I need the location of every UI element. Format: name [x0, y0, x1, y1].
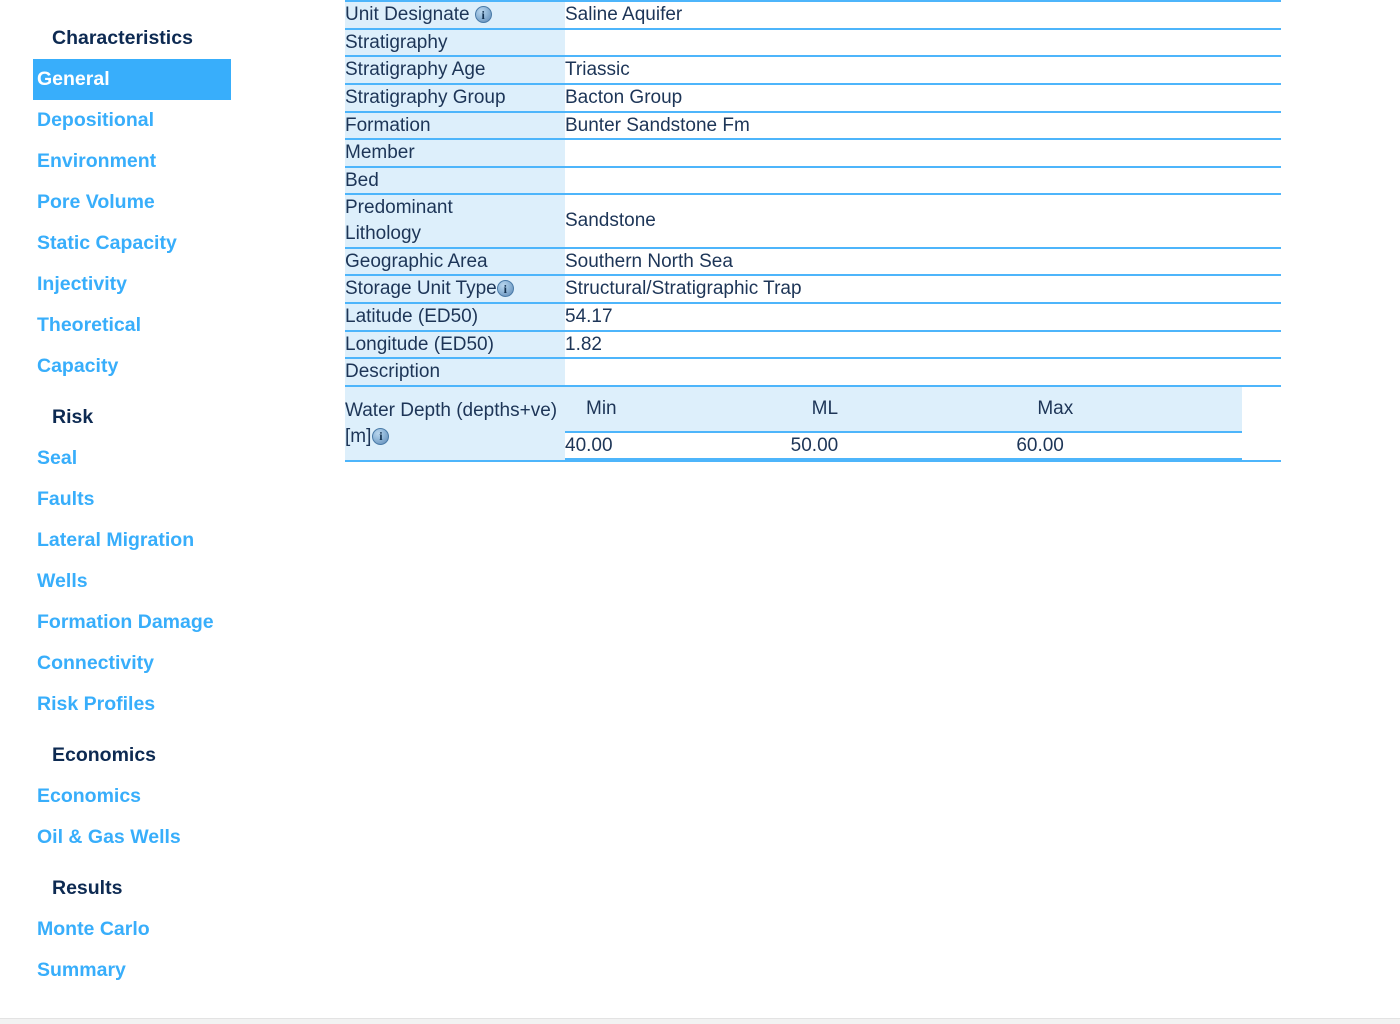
- row-label-cell: Description: [345, 357, 565, 386]
- sidebar-item-faults[interactable]: Faults: [0, 479, 345, 520]
- row-value-cell: Bacton Group: [565, 82, 1281, 112]
- table-row: Stratigraphy Age Triassic: [345, 55, 1281, 84]
- water-depth-max-value: 60.00: [1016, 430, 1242, 461]
- sidebar-section-heading-economics: Economics: [52, 744, 157, 766]
- row-label-cell: Geographic Area: [345, 246, 565, 276]
- field-label: Bed: [345, 169, 379, 191]
- row-label-cell: Water Depth (depths+ve)[m]: [345, 384, 565, 463]
- row-value-cell: Bunter Sandstone Fm: [565, 110, 1281, 140]
- sidebar-item-wells[interactable]: Wells: [0, 561, 345, 602]
- sidebar-section-heading-results: Results: [52, 877, 123, 899]
- row-label-cell: Unit Designate: [345, 0, 565, 29]
- row-value-cell: 1.82: [565, 329, 1281, 359]
- row-value-cell: Sandstone: [565, 193, 1281, 248]
- row-label-cell: Predominant Lithology: [345, 193, 565, 248]
- table-row-water-depth: Water Depth (depths+ve)[m] Min ML Max: [345, 384, 1281, 463]
- sidebar-item-static-capacity[interactable]: Static Capacity: [0, 223, 345, 264]
- sidebar-item-capacity[interactable]: Capacity: [0, 346, 345, 387]
- row-label-cell: Stratigraphy Age: [345, 55, 565, 84]
- water-depth-value-cell: Min ML Max 40.00 50.00 60.00: [565, 384, 1281, 463]
- sidebar-item-seal[interactable]: Seal: [0, 438, 345, 479]
- sidebar-item-monte-carlo[interactable]: Monte Carlo: [0, 909, 345, 950]
- water-depth-ml-value: 50.00: [790, 430, 1017, 461]
- row-value-cell: 54.17: [565, 302, 1281, 331]
- row-value-cell: [565, 27, 1281, 57]
- column-header-ml: ML: [790, 386, 1017, 432]
- sidebar-navigation: Characteristics General Depositional Env…: [0, 0, 345, 1010]
- sidebar-section-heading-characteristics: Characteristics: [52, 27, 193, 49]
- row-value-cell: Triassic: [565, 55, 1281, 84]
- page-root: Characteristics General Depositional Env…: [0, 0, 1400, 1024]
- field-label: Geographic Area: [345, 250, 488, 272]
- table-row: Bed: [345, 165, 1281, 195]
- field-label: Storage Unit Type: [345, 278, 497, 300]
- field-label: Description: [345, 361, 441, 383]
- row-label-cell: Stratigraphy: [345, 27, 565, 57]
- table-row: Formation Bunter Sandstone Fm: [345, 110, 1281, 140]
- sidebar-item-theoretical[interactable]: Theoretical: [0, 305, 345, 346]
- table-row: Stratigraphy: [345, 27, 1281, 57]
- field-label: Formation: [345, 114, 431, 136]
- info-icon[interactable]: [496, 280, 514, 298]
- sidebar-item-depositional[interactable]: Depositional: [0, 100, 345, 141]
- row-label-cell: Latitude (ED50): [345, 302, 565, 331]
- sidebar-item-summary[interactable]: Summary: [0, 950, 345, 991]
- row-value-cell: [565, 138, 1281, 167]
- water-depth-table: Min ML Max 40.00 50.00 60.00: [565, 386, 1242, 461]
- sidebar-item-risk-profiles[interactable]: Risk Profiles: [0, 684, 345, 725]
- table-row: Unit Designate Saline Aquifer: [345, 0, 1281, 29]
- sidebar-item-connectivity[interactable]: Connectivity: [0, 643, 345, 684]
- sidebar-item-formation-damage[interactable]: Formation Damage: [0, 602, 345, 643]
- row-label-cell: Stratigraphy Group: [345, 82, 565, 112]
- row-label-cell: Bed: [345, 165, 565, 195]
- table-row: Storage Unit Type Structural/Stratigraph…: [345, 274, 1281, 304]
- field-label: Stratigraphy Age: [345, 59, 486, 81]
- storage-unit-details-table: Unit Designate Saline Aquifer Stratigrap…: [345, 0, 1281, 463]
- sidebar-item-lateral-migration[interactable]: Lateral Migration: [0, 520, 345, 561]
- field-label: Latitude (ED50): [345, 306, 479, 328]
- row-label-cell: Member: [345, 138, 565, 167]
- table-row: Latitude (ED50) 54.17: [345, 302, 1281, 331]
- column-header-min: Min: [565, 386, 791, 432]
- water-depth-value-row: 40.00 50.00 60.00: [565, 430, 1242, 461]
- field-label: Unit Designate: [345, 4, 470, 25]
- table-row: Predominant Lithology Sandstone: [345, 193, 1281, 248]
- row-label-cell: Longitude (ED50): [345, 329, 565, 359]
- table-row: Stratigraphy Group Bacton Group: [345, 82, 1281, 112]
- sidebar-item-general[interactable]: General: [33, 59, 231, 100]
- field-label: Member: [345, 142, 415, 164]
- row-value-cell: Structural/Stratigraphic Trap: [565, 274, 1281, 304]
- row-value-cell: [565, 357, 1281, 386]
- row-value-cell: Southern North Sea: [565, 246, 1281, 276]
- table-row: Member: [345, 138, 1281, 167]
- info-icon[interactable]: [372, 427, 390, 445]
- water-depth-min-value: 40.00: [565, 430, 791, 461]
- row-value-cell: [565, 165, 1281, 195]
- sidebar-item-injectivity[interactable]: Injectivity: [0, 264, 345, 305]
- field-label: Stratigraphy: [345, 31, 448, 53]
- sidebar-section-heading-risk: Risk: [52, 406, 94, 428]
- field-label: Predominant Lithology: [345, 197, 453, 245]
- table-row: Longitude (ED50) 1.82: [345, 329, 1281, 359]
- sidebar-item-environment[interactable]: Environment: [0, 141, 345, 182]
- info-icon[interactable]: [474, 6, 492, 23]
- field-label: Stratigraphy Group: [345, 86, 506, 108]
- sidebar-item-oil-and-gas-wells[interactable]: Oil & Gas Wells: [0, 817, 345, 858]
- column-header-max: Max: [1016, 386, 1242, 432]
- row-label-cell: Formation: [345, 110, 565, 140]
- sidebar-item-economics[interactable]: Economics: [0, 776, 345, 817]
- bottom-status-bar: [0, 1018, 1400, 1024]
- table-row: Description: [345, 357, 1281, 386]
- field-label: Longitude (ED50): [345, 333, 494, 355]
- sidebar-item-pore-volume[interactable]: Pore Volume: [0, 182, 345, 223]
- water-depth-header-row: Min ML Max: [565, 386, 1242, 432]
- row-value-cell: Saline Aquifer: [565, 0, 1281, 29]
- row-label-cell: Storage Unit Type: [345, 274, 565, 304]
- table-row: Geographic Area Southern North Sea: [345, 246, 1281, 276]
